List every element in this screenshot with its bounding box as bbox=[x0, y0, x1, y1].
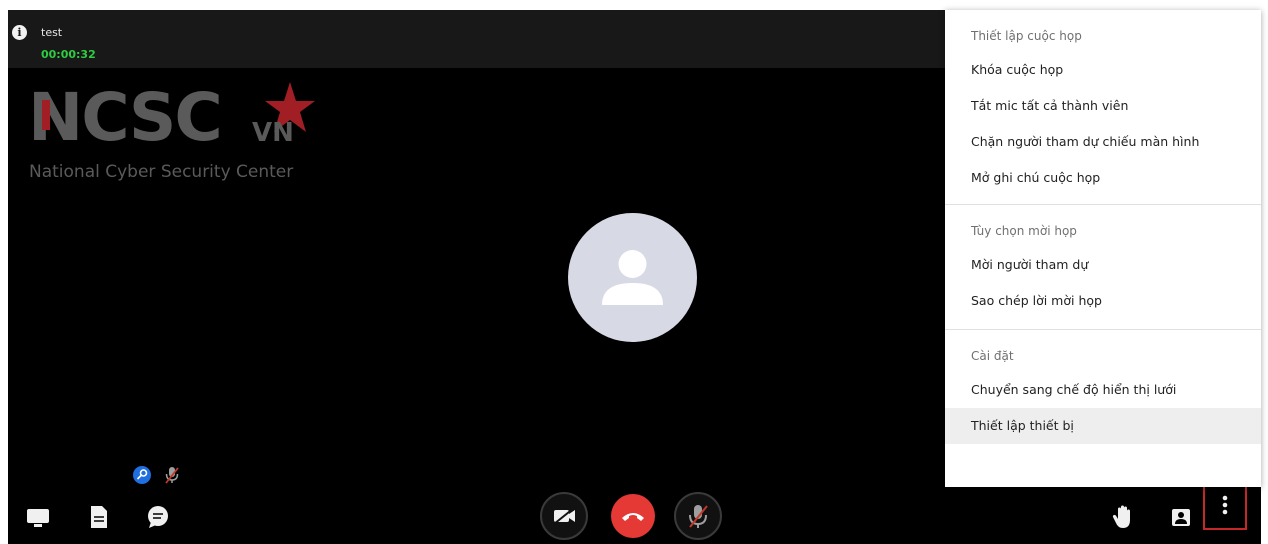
bottom-toolbar bbox=[8, 488, 1261, 544]
menu-section-invite-options: Tùy chọn mời họp Mời người tham dự Sao c… bbox=[945, 215, 1261, 330]
mic-off-icon bbox=[689, 505, 708, 528]
participant-mic-off-icon bbox=[165, 467, 179, 484]
menu-header: Tùy chọn mời họp bbox=[971, 224, 1077, 238]
logo-suffix: VN bbox=[252, 118, 294, 148]
menu-item-copy-invite[interactable]: Sao chép lời mời họp bbox=[945, 283, 1261, 319]
logo-subtitle: National Cyber Security Center bbox=[29, 162, 294, 182]
participants-icon[interactable] bbox=[1166, 502, 1196, 532]
raise-hand-icon[interactable] bbox=[1108, 502, 1138, 532]
menu-item-grid-view[interactable]: Chuyển sang chế độ hiển thị lưới bbox=[945, 372, 1261, 408]
camera-off-icon bbox=[553, 507, 575, 525]
meeting-timer: 00:00:32 bbox=[41, 48, 96, 61]
info-icon[interactable]: i bbox=[12, 25, 27, 40]
mic-toggle-button[interactable] bbox=[674, 492, 722, 540]
menu-item-open-notes[interactable]: Mở ghi chú cuộc họp bbox=[945, 160, 1261, 196]
document-icon[interactable] bbox=[83, 502, 113, 532]
user-icon bbox=[602, 250, 663, 305]
logo-text: NCSC bbox=[28, 79, 223, 156]
chat-icon[interactable] bbox=[143, 502, 173, 532]
logo-accent-mark bbox=[42, 100, 50, 130]
more-options-button[interactable] bbox=[1203, 480, 1247, 530]
menu-section-settings: Cài đặt Chuyển sang chế độ hiển thị lưới… bbox=[945, 340, 1261, 444]
menu-item-lock-meeting[interactable]: Khóa cuộc họp bbox=[945, 52, 1261, 88]
menu-header: Cài đặt bbox=[971, 349, 1014, 363]
camera-toggle-button[interactable] bbox=[540, 492, 588, 540]
moderator-badge-icon bbox=[133, 466, 151, 484]
more-vertical-icon bbox=[1222, 495, 1228, 515]
menu-item-mute-all[interactable]: Tắt mic tất cả thành viên bbox=[945, 88, 1261, 124]
menu-section-meeting-settings: Thiết lập cuộc họp Khóa cuộc họp Tắt mic… bbox=[945, 20, 1261, 205]
menu-item-block-screen-share[interactable]: Chặn người tham dự chiếu màn hình bbox=[945, 124, 1261, 160]
screen-share-icon[interactable] bbox=[23, 502, 53, 532]
menu-header: Thiết lập cuộc họp bbox=[971, 29, 1082, 43]
meeting-title: test bbox=[41, 26, 63, 39]
menu-item-invite-participants[interactable]: Mời người tham dự bbox=[945, 247, 1261, 283]
hangup-button[interactable] bbox=[611, 494, 655, 538]
more-options-menu: Thiết lập cuộc họp Khóa cuộc họp Tắt mic… bbox=[945, 10, 1261, 487]
menu-item-device-settings[interactable]: Thiết lập thiết bị bbox=[945, 408, 1261, 444]
ncsc-logo: NCSC VN National Cyber Security Center bbox=[26, 78, 326, 190]
participant-avatar bbox=[568, 213, 697, 342]
hangup-icon bbox=[622, 513, 644, 521]
